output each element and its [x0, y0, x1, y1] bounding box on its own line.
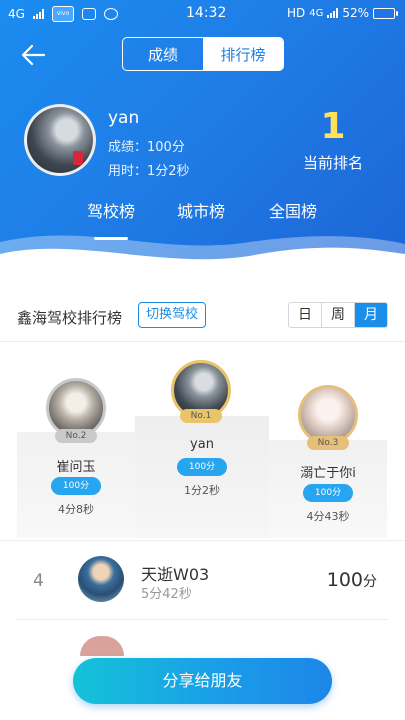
list-item-name: 天逝W03 [141, 565, 210, 584]
list-item-score-value: 100 [326, 569, 363, 591]
tab-national[interactable]: 全国榜 [269, 198, 317, 222]
ranking-scope-tabs: 驾校榜 城市榜 全国榜 [0, 198, 405, 228]
second-place-time: 4分8秒 [58, 503, 94, 516]
battery-icon [373, 7, 398, 19]
signal-icon-right [327, 8, 339, 18]
user-time: 用时：1分2秒 [108, 164, 190, 179]
period-month[interactable]: 月 [355, 303, 387, 327]
signal-icon [32, 9, 44, 19]
hd-label: HD [286, 6, 306, 20]
active-tab-indicator [94, 237, 128, 240]
second-place-name: 崔问玉 [56, 460, 96, 475]
segment-control: 成绩 排行榜 [122, 37, 284, 71]
third-place-time: 4分43秒 [306, 510, 350, 523]
divider [0, 341, 405, 342]
user-name: yan [108, 108, 140, 128]
third-place-badge: No.3 [307, 436, 349, 450]
user-avatar [24, 104, 96, 176]
first-place-time: 1分2秒 [184, 484, 220, 497]
flag-icon [73, 151, 83, 165]
share-button[interactable]: 分享给朋友 [73, 658, 332, 704]
period-day[interactable]: 日 [289, 303, 322, 327]
second-place-score: 100分 [51, 477, 101, 495]
wechat-icon [103, 8, 118, 20]
divider [17, 619, 388, 620]
tab-school[interactable]: 驾校榜 [87, 198, 135, 222]
period-selector: 日 周 月 [288, 302, 388, 328]
third-place-score: 100分 [303, 484, 353, 502]
tab-city[interactable]: 城市榜 [177, 198, 225, 222]
notification-icon [81, 8, 96, 20]
third-place-name: 溺亡于你i [300, 466, 356, 481]
ranking-title: 鑫海驾校排行榜 [17, 309, 123, 327]
battery-percent: 52% [342, 6, 369, 20]
back-arrow-icon[interactable] [18, 40, 48, 70]
tab-leaderboard[interactable]: 排行榜 [203, 38, 283, 70]
app-chip: vivo [51, 6, 74, 22]
list-item-avatar [80, 636, 124, 656]
current-rank-label: 当前排名 [302, 154, 363, 172]
list-item-rank: 4 [33, 571, 44, 591]
divider [0, 540, 405, 541]
header-wave [0, 235, 405, 280]
list-item-score: 100分 [327, 569, 377, 591]
clock: 14:32 [186, 5, 227, 21]
switch-school-button[interactable]: 切换驾校 [138, 302, 206, 328]
list-item-time: 5分42秒 [141, 587, 192, 602]
first-place-name: yan [190, 437, 214, 452]
tab-scores[interactable]: 成绩 [123, 38, 203, 70]
first-place-score: 100分 [177, 458, 227, 476]
network-label: 4G [8, 7, 25, 21]
status-bar: 4G vivo 14:32 HD 4G 52% [0, 0, 405, 28]
current-rank-number: 1 [320, 106, 346, 147]
podium-first [135, 416, 269, 538]
first-place-badge: No.1 [180, 409, 222, 423]
list-item-score-unit: 分 [363, 574, 377, 590]
second-place-badge: No.2 [55, 429, 97, 443]
user-score: 成绩：100分 [108, 140, 185, 155]
network-label-right: 4G [309, 7, 324, 19]
period-week[interactable]: 周 [322, 303, 355, 327]
list-item-avatar [78, 556, 124, 602]
